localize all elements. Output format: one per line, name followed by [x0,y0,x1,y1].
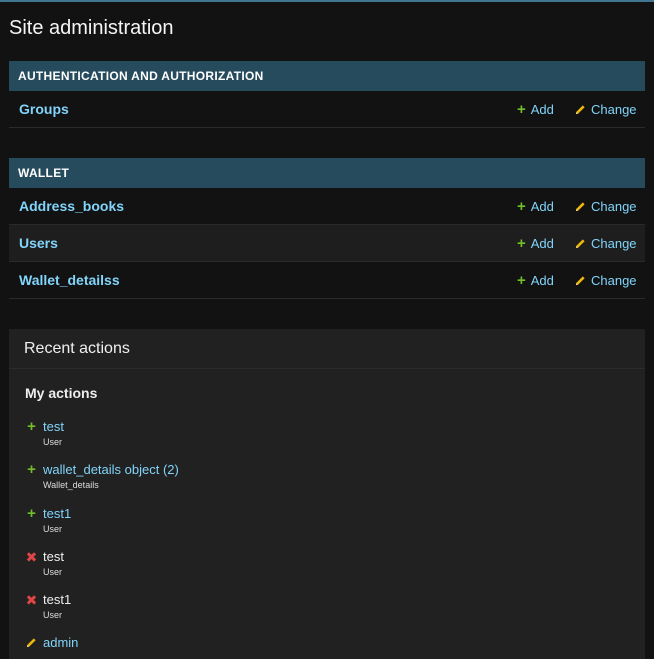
change-label: Change [591,198,637,214]
x-icon: ✖ [25,591,38,608]
add-button[interactable]: + Add [517,199,554,214]
recent-action-item: ✖ test User [25,549,64,577]
my-actions-heading: My actions [25,385,98,401]
recent-action-item: + test1 User [25,506,71,534]
recent-action-link[interactable]: test [43,419,64,434]
recent-action-type: Wallet_details [43,480,99,490]
plus-icon: + [517,100,526,118]
add-button[interactable]: + Add [517,102,554,117]
recent-action-type: User [43,567,63,577]
plus-icon: + [27,418,36,435]
change-label: Change [591,101,637,117]
recent-action-link[interactable]: test1 [43,506,71,521]
recent-action-link[interactable]: admin [43,635,78,650]
pencil-icon [575,201,585,211]
recent-action-item: + wallet_details object (2) Wallet_detai… [25,462,179,490]
recent-action-deleted-object: test [43,549,64,564]
change-button[interactable]: Change [575,273,637,288]
pencil-icon [575,104,585,114]
change-button[interactable]: Change [575,236,637,251]
add-button[interactable]: + Add [517,236,554,251]
model-link-wallet-detailss[interactable]: Wallet_detailss [19,272,120,288]
change-button[interactable]: Change [575,102,637,117]
add-label: Add [530,235,554,251]
model-row-users: Users + Add Change [9,225,645,262]
module-caption[interactable]: WALLET [9,158,645,188]
add-label: Add [530,101,554,117]
model-link-address-books[interactable]: Address_books [19,198,124,214]
add-button[interactable]: + Add [517,273,554,288]
recent-action-deleted-object: test1 [43,592,72,607]
pencil-icon [25,637,38,648]
recent-action-type: User [43,610,63,620]
add-label: Add [530,198,554,214]
plus-icon: + [517,197,526,215]
recent-actions-module: Recent actions My actions + test User + … [9,329,645,659]
recent-action-type: User [43,437,63,447]
model-row-address-books: Address_books + Add Change [9,188,645,225]
add-label: Add [530,272,554,288]
module-wallet: WALLET Address_books + Add Change Users … [9,158,645,299]
plus-icon: + [27,461,36,478]
x-icon: ✖ [25,548,38,565]
recent-action-item: ✖ test1 User [25,591,72,620]
change-label: Change [591,272,637,288]
pencil-icon [575,275,585,285]
plus-icon: + [517,234,526,252]
model-row-wallet-detailss: Wallet_detailss + Add Change [9,262,645,299]
change-button[interactable]: Change [575,199,637,214]
model-link-users[interactable]: Users [19,235,58,251]
model-row-groups: Groups + Add Change [9,91,645,128]
recent-actions-title: Recent actions [9,329,645,369]
model-link-groups[interactable]: Groups [19,101,69,117]
pencil-icon [575,238,585,248]
plus-icon: + [517,271,526,289]
module-auth: AUTHENTICATION AND AUTHORIZATION Groups … [9,61,645,128]
top-accent-line [0,0,654,2]
recent-action-item: + test User [25,419,64,447]
page-title: Site administration [9,17,174,39]
plus-icon: + [27,505,36,522]
module-caption[interactable]: AUTHENTICATION AND AUTHORIZATION [9,61,645,91]
recent-action-item: admin [25,635,78,650]
recent-action-type: User [43,524,63,534]
change-label: Change [591,235,637,251]
recent-action-link[interactable]: wallet_details object (2) [43,462,179,477]
